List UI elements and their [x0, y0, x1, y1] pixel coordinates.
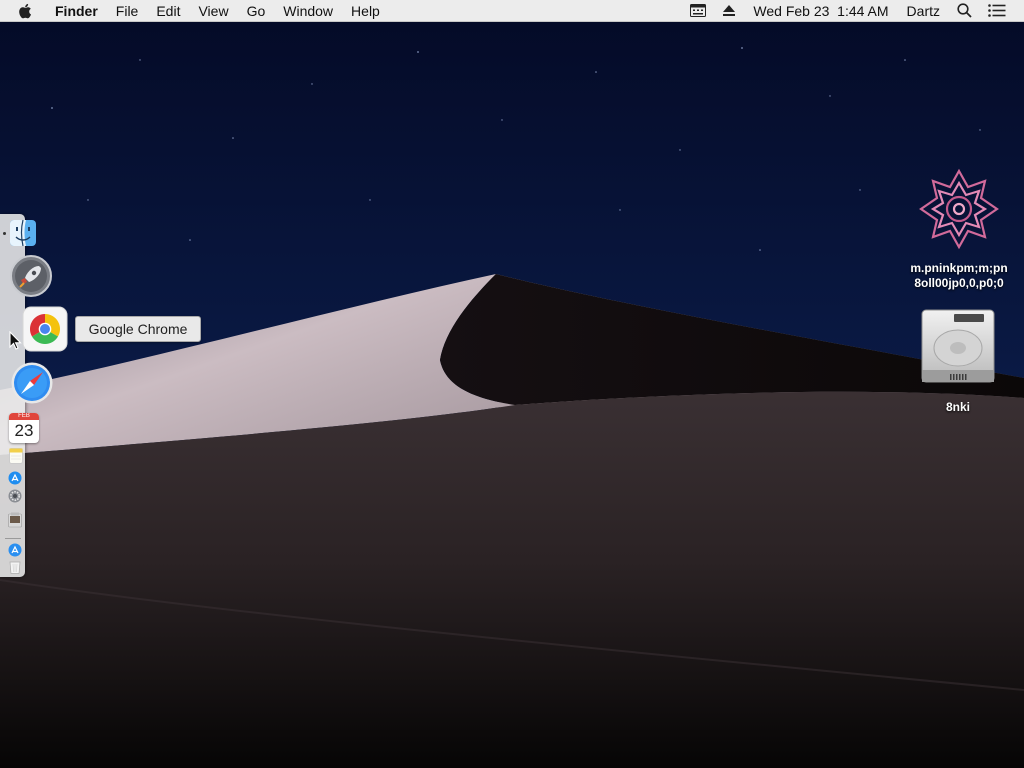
menu-file[interactable]: File: [107, 0, 148, 22]
desktop-icon-image[interactable]: m.pninkpm;m;pn 8oll00jp0,0,p0;0: [900, 164, 1018, 294]
running-indicator: [3, 232, 6, 235]
desktop-icon-label: m.pninkpm;m;pn 8oll00jp0,0,p0;0: [910, 261, 1008, 290]
menu-app-name[interactable]: Finder: [46, 0, 107, 22]
mouse-cursor-icon: [9, 331, 22, 350]
app-store-icon: [8, 471, 22, 485]
downloads-icon: [8, 543, 22, 557]
hard-drive-icon: [921, 309, 995, 383]
dock-app-store[interactable]: [8, 471, 22, 490]
dock-notes[interactable]: [9, 448, 23, 469]
desktop-icon-label: 8nki: [945, 400, 970, 414]
dock-trash[interactable]: [9, 560, 21, 579]
menu-bar: Finder File Edit View Go Window Help Wed…: [0, 0, 1024, 22]
menu-window[interactable]: Window: [274, 0, 342, 22]
dock-separator: [5, 538, 21, 539]
dock-finder[interactable]: [9, 219, 37, 252]
preview-icon: [8, 512, 22, 528]
safari-compass-icon: [11, 362, 53, 404]
dock-tooltip: Google Chrome: [75, 316, 201, 342]
menu-go[interactable]: Go: [238, 0, 275, 22]
desktop-icon-hard-drive[interactable]: 8nki: [912, 306, 1004, 418]
menu-clock[interactable]: Wed Feb 23 1:44 AM: [744, 0, 897, 22]
calendar-day: 23: [14, 421, 34, 440]
dock-google-chrome[interactable]: [22, 306, 68, 357]
dock-preview[interactable]: [8, 512, 22, 533]
trash-icon: [9, 561, 21, 574]
pink-mandala-icon: [919, 168, 999, 250]
finder-icon: [10, 219, 36, 247]
dock-calendar[interactable]: FEB 23: [9, 413, 39, 443]
dock-safari[interactable]: [10, 361, 54, 410]
desktop-wallpaper: [0, 0, 1024, 768]
notification-center-icon[interactable]: [980, 0, 1014, 22]
dock-launchpad[interactable]: [9, 254, 53, 303]
eject-icon[interactable]: [714, 0, 744, 22]
google-chrome-icon: [22, 306, 68, 352]
keyboard-viewer-icon[interactable]: [682, 0, 714, 22]
spotlight-search-icon[interactable]: [949, 0, 980, 22]
menu-help[interactable]: Help: [342, 0, 389, 22]
notes-icon: [9, 448, 23, 464]
menu-edit[interactable]: Edit: [147, 0, 189, 22]
apple-icon[interactable]: [0, 3, 46, 19]
calendar-icon: FEB 23: [9, 413, 39, 443]
menu-view[interactable]: View: [189, 0, 237, 22]
launchpad-rocket-icon: [10, 255, 52, 297]
menu-user[interactable]: Dartz: [898, 0, 949, 22]
dock-system-preferences[interactable]: [8, 489, 22, 508]
calendar-month: FEB: [9, 413, 39, 420]
system-preferences-gear-icon: [8, 489, 22, 503]
